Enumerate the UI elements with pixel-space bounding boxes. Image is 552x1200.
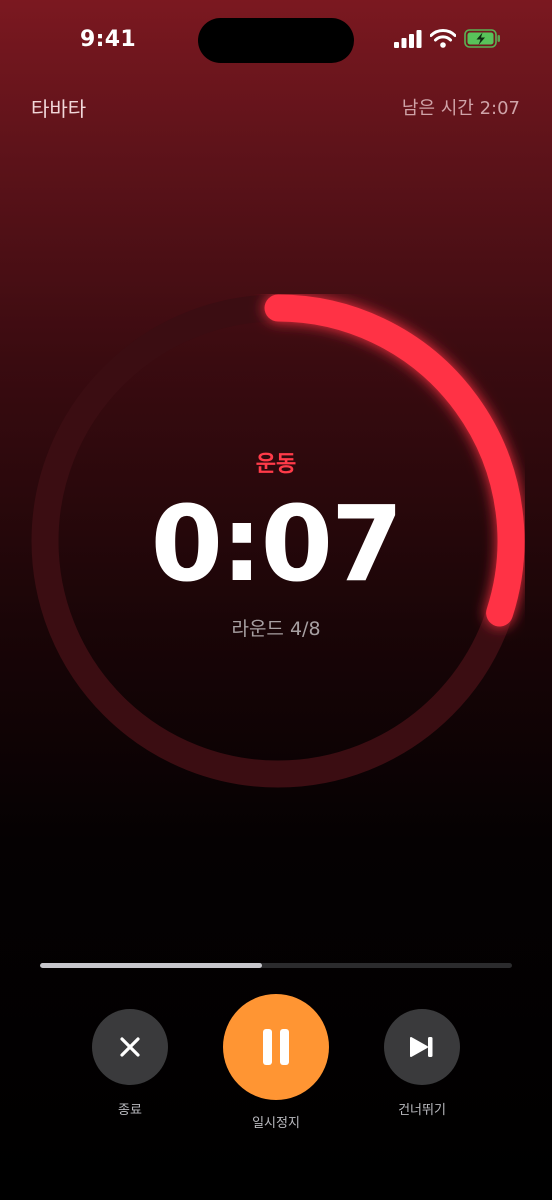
timer-screen: 9:41 타바타 남은 시간 2:07 운동 0:07 라운드 4/8 종료 일…	[0, 0, 552, 1200]
workout-progress-fill	[40, 963, 262, 968]
pause-button[interactable]	[223, 994, 329, 1100]
pause-icon	[263, 1029, 289, 1065]
dynamic-island	[198, 18, 354, 63]
remaining-time: 남은 시간 2:07	[401, 98, 520, 119]
pause-label: 일시정지	[252, 1116, 300, 1131]
skip-forward-icon	[410, 1037, 433, 1057]
skip-control: 건너뛰기	[384, 1009, 460, 1118]
status-icons	[394, 29, 502, 48]
countdown-time: 0:07	[150, 483, 404, 605]
wifi-icon	[430, 29, 456, 48]
pause-control: 일시정지	[223, 994, 329, 1131]
phase-label: 운동	[255, 452, 297, 477]
skip-button[interactable]	[384, 1009, 460, 1085]
battery-charging-icon	[464, 29, 500, 48]
end-label: 종료	[118, 1103, 142, 1118]
cellular-signal-icon	[394, 29, 422, 48]
app-title: 타바타	[31, 97, 87, 121]
round-counter: 라운드 4/8	[231, 618, 321, 640]
end-control: 종료	[92, 1009, 168, 1118]
workout-progress-bar	[40, 963, 512, 968]
status-time: 9:41	[80, 27, 136, 52]
skip-label: 건너뛰기	[398, 1103, 446, 1118]
end-button[interactable]	[92, 1009, 168, 1085]
close-icon	[120, 1037, 140, 1057]
